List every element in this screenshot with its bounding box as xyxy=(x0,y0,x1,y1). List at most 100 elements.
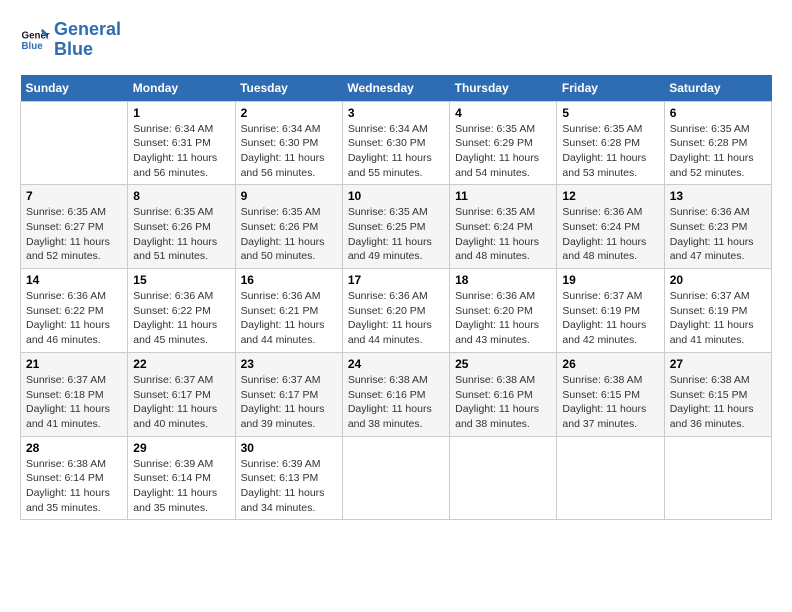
day-info: Sunrise: 6:35 AMSunset: 6:26 PMDaylight:… xyxy=(133,205,229,264)
day-info: Sunrise: 6:38 AMSunset: 6:15 PMDaylight:… xyxy=(670,373,766,432)
calendar-day: 28 Sunrise: 6:38 AMSunset: 6:14 PMDayligh… xyxy=(21,436,128,520)
empty-day xyxy=(664,436,771,520)
day-info: Sunrise: 6:35 AMSunset: 6:24 PMDaylight:… xyxy=(455,205,551,264)
weekday-header: Monday xyxy=(128,75,235,102)
calendar-table: SundayMondayTuesdayWednesdayThursdayFrid… xyxy=(20,75,772,521)
day-number: 16 xyxy=(241,273,337,287)
day-info: Sunrise: 6:35 AMSunset: 6:25 PMDaylight:… xyxy=(348,205,444,264)
day-number: 21 xyxy=(26,357,122,371)
day-info: Sunrise: 6:35 AMSunset: 6:27 PMDaylight:… xyxy=(26,205,122,264)
calendar-day: 1 Sunrise: 6:34 AMSunset: 6:31 PMDaylight… xyxy=(128,101,235,185)
day-number: 27 xyxy=(670,357,766,371)
day-number: 11 xyxy=(455,189,551,203)
calendar-day: 9 Sunrise: 6:35 AMSunset: 6:26 PMDaylight… xyxy=(235,185,342,269)
day-info: Sunrise: 6:38 AMSunset: 6:14 PMDaylight:… xyxy=(26,457,122,516)
calendar-day: 27 Sunrise: 6:38 AMSunset: 6:15 PMDayligh… xyxy=(664,352,771,436)
svg-text:Blue: Blue xyxy=(22,41,44,52)
weekday-header: Saturday xyxy=(664,75,771,102)
day-info: Sunrise: 6:36 AMSunset: 6:24 PMDaylight:… xyxy=(562,205,658,264)
calendar-day: 2 Sunrise: 6:34 AMSunset: 6:30 PMDaylight… xyxy=(235,101,342,185)
day-number: 9 xyxy=(241,189,337,203)
calendar-day: 7 Sunrise: 6:35 AMSunset: 6:27 PMDaylight… xyxy=(21,185,128,269)
calendar-day: 17 Sunrise: 6:36 AMSunset: 6:20 PMDayligh… xyxy=(342,269,449,353)
weekday-header: Tuesday xyxy=(235,75,342,102)
day-info: Sunrise: 6:36 AMSunset: 6:20 PMDaylight:… xyxy=(348,289,444,348)
calendar-day: 29 Sunrise: 6:39 AMSunset: 6:14 PMDayligh… xyxy=(128,436,235,520)
page-header: General Blue GeneralBlue xyxy=(20,20,772,60)
logo-icon: General Blue xyxy=(20,25,50,55)
day-number: 19 xyxy=(562,273,658,287)
calendar-day: 23 Sunrise: 6:37 AMSunset: 6:17 PMDayligh… xyxy=(235,352,342,436)
calendar-day: 18 Sunrise: 6:36 AMSunset: 6:20 PMDayligh… xyxy=(450,269,557,353)
calendar-day: 21 Sunrise: 6:37 AMSunset: 6:18 PMDayligh… xyxy=(21,352,128,436)
empty-day xyxy=(450,436,557,520)
logo-text: GeneralBlue xyxy=(54,20,121,60)
logo: General Blue GeneralBlue xyxy=(20,20,121,60)
day-info: Sunrise: 6:36 AMSunset: 6:22 PMDaylight:… xyxy=(26,289,122,348)
calendar-day: 3 Sunrise: 6:34 AMSunset: 6:30 PMDaylight… xyxy=(342,101,449,185)
calendar-day: 16 Sunrise: 6:36 AMSunset: 6:21 PMDayligh… xyxy=(235,269,342,353)
day-info: Sunrise: 6:36 AMSunset: 6:21 PMDaylight:… xyxy=(241,289,337,348)
day-number: 18 xyxy=(455,273,551,287)
day-number: 8 xyxy=(133,189,229,203)
calendar-day: 19 Sunrise: 6:37 AMSunset: 6:19 PMDayligh… xyxy=(557,269,664,353)
day-number: 24 xyxy=(348,357,444,371)
day-number: 15 xyxy=(133,273,229,287)
day-info: Sunrise: 6:37 AMSunset: 6:18 PMDaylight:… xyxy=(26,373,122,432)
day-info: Sunrise: 6:36 AMSunset: 6:20 PMDaylight:… xyxy=(455,289,551,348)
day-info: Sunrise: 6:38 AMSunset: 6:16 PMDaylight:… xyxy=(455,373,551,432)
calendar-day: 30Sunrise: 6:39 AMSunset: 6:13 PMDayligh… xyxy=(235,436,342,520)
day-info: Sunrise: 6:38 AMSunset: 6:16 PMDaylight:… xyxy=(348,373,444,432)
day-number: 22 xyxy=(133,357,229,371)
day-number: 6 xyxy=(670,106,766,120)
day-number: 17 xyxy=(348,273,444,287)
day-info: Sunrise: 6:38 AMSunset: 6:15 PMDaylight:… xyxy=(562,373,658,432)
day-info: Sunrise: 6:37 AMSunset: 6:17 PMDaylight:… xyxy=(133,373,229,432)
calendar-day: 26Sunrise: 6:38 AMSunset: 6:15 PMDayligh… xyxy=(557,352,664,436)
day-info: Sunrise: 6:37 AMSunset: 6:19 PMDaylight:… xyxy=(670,289,766,348)
day-info: Sunrise: 6:37 AMSunset: 6:17 PMDaylight:… xyxy=(241,373,337,432)
day-number: 7 xyxy=(26,189,122,203)
day-number: 29 xyxy=(133,441,229,455)
day-number: 14 xyxy=(26,273,122,287)
calendar-header: SundayMondayTuesdayWednesdayThursdayFrid… xyxy=(21,75,772,102)
day-number: 1 xyxy=(133,106,229,120)
day-info: Sunrise: 6:37 AMSunset: 6:19 PMDaylight:… xyxy=(562,289,658,348)
day-info: Sunrise: 6:34 AMSunset: 6:30 PMDaylight:… xyxy=(348,122,444,181)
day-number: 5 xyxy=(562,106,658,120)
weekday-header: Sunday xyxy=(21,75,128,102)
day-number: 10 xyxy=(348,189,444,203)
calendar-day: 13Sunrise: 6:36 AMSunset: 6:23 PMDayligh… xyxy=(664,185,771,269)
calendar-day: 10 Sunrise: 6:35 AMSunset: 6:25 PMDayligh… xyxy=(342,185,449,269)
calendar-day: 4 Sunrise: 6:35 AMSunset: 6:29 PMDaylight… xyxy=(450,101,557,185)
day-number: 2 xyxy=(241,106,337,120)
day-number: 3 xyxy=(348,106,444,120)
calendar-day: 20Sunrise: 6:37 AMSunset: 6:19 PMDayligh… xyxy=(664,269,771,353)
day-info: Sunrise: 6:35 AMSunset: 6:29 PMDaylight:… xyxy=(455,122,551,181)
calendar-day: 25 Sunrise: 6:38 AMSunset: 6:16 PMDayligh… xyxy=(450,352,557,436)
calendar-day: 6Sunrise: 6:35 AMSunset: 6:28 PMDaylight… xyxy=(664,101,771,185)
day-number: 28 xyxy=(26,441,122,455)
day-number: 12 xyxy=(562,189,658,203)
day-info: Sunrise: 6:35 AMSunset: 6:26 PMDaylight:… xyxy=(241,205,337,264)
calendar-day: 5Sunrise: 6:35 AMSunset: 6:28 PMDaylight… xyxy=(557,101,664,185)
day-number: 4 xyxy=(455,106,551,120)
day-info: Sunrise: 6:36 AMSunset: 6:22 PMDaylight:… xyxy=(133,289,229,348)
calendar-day: 14 Sunrise: 6:36 AMSunset: 6:22 PMDayligh… xyxy=(21,269,128,353)
day-info: Sunrise: 6:34 AMSunset: 6:30 PMDaylight:… xyxy=(241,122,337,181)
weekday-header: Wednesday xyxy=(342,75,449,102)
day-info: Sunrise: 6:39 AMSunset: 6:13 PMDaylight:… xyxy=(241,457,337,516)
day-info: Sunrise: 6:36 AMSunset: 6:23 PMDaylight:… xyxy=(670,205,766,264)
calendar-day: 22 Sunrise: 6:37 AMSunset: 6:17 PMDayligh… xyxy=(128,352,235,436)
weekday-header: Friday xyxy=(557,75,664,102)
calendar-day: 12 Sunrise: 6:36 AMSunset: 6:24 PMDayligh… xyxy=(557,185,664,269)
day-number: 23 xyxy=(241,357,337,371)
calendar-day: 8 Sunrise: 6:35 AMSunset: 6:26 PMDaylight… xyxy=(128,185,235,269)
day-info: Sunrise: 6:34 AMSunset: 6:31 PMDaylight:… xyxy=(133,122,229,181)
empty-day xyxy=(21,101,128,185)
calendar-day: 24 Sunrise: 6:38 AMSunset: 6:16 PMDayligh… xyxy=(342,352,449,436)
empty-day xyxy=(342,436,449,520)
day-number: 25 xyxy=(455,357,551,371)
day-info: Sunrise: 6:39 AMSunset: 6:14 PMDaylight:… xyxy=(133,457,229,516)
calendar-day: 15 Sunrise: 6:36 AMSunset: 6:22 PMDayligh… xyxy=(128,269,235,353)
